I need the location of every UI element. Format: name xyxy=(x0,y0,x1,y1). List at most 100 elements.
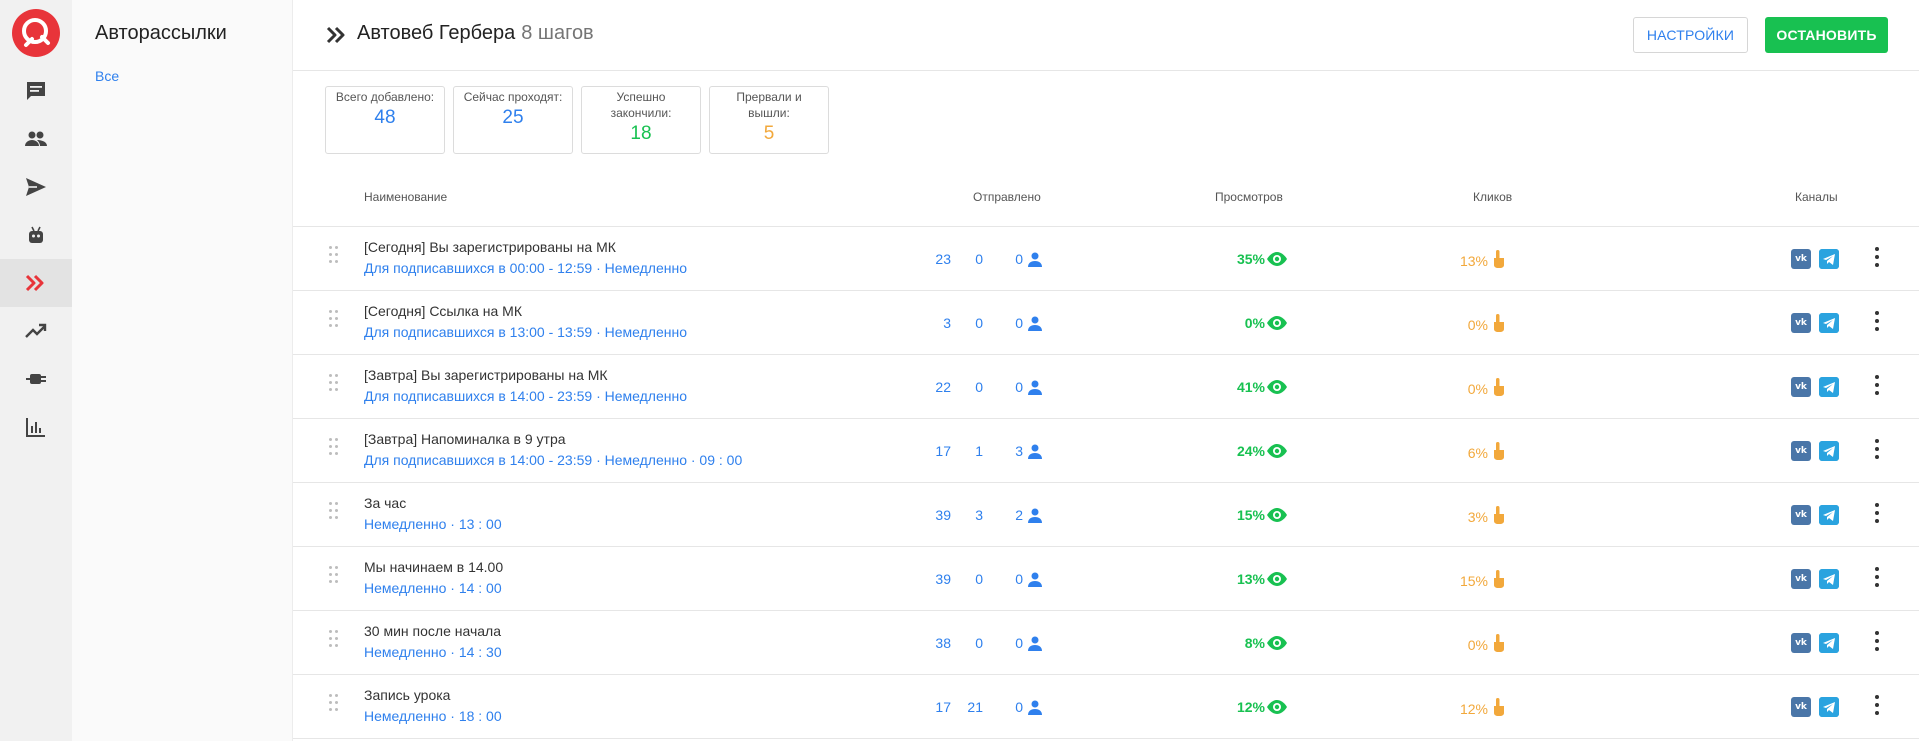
step-name[interactable]: [Завтра] Вы зарегистрированы на МК xyxy=(364,367,608,383)
vk-icon-text: vk xyxy=(1795,254,1807,264)
table-row[interactable]: [Сегодня] Вы зарегистрированы на МК Для … xyxy=(293,227,1919,291)
user-icon xyxy=(1028,316,1042,331)
eye-icon xyxy=(1267,636,1287,650)
step-schedule[interactable]: Немедленно · 14 : 00 xyxy=(364,580,502,596)
more-options-icon[interactable] xyxy=(1874,503,1880,525)
drag-handle-icon[interactable] xyxy=(329,310,339,328)
step-name[interactable]: За час xyxy=(364,495,406,511)
step-schedule[interactable]: Для подписавшихся в 14:00 - 23:59 · Неме… xyxy=(364,452,742,468)
table-row[interactable]: Запись урока Немедленно · 18 : 00 17 21 … xyxy=(293,675,1919,739)
stats-cards: Всего добавлено: 48 Сейчас проходят: 25 … xyxy=(325,86,829,154)
stat-label: Всего добавлено: xyxy=(335,90,435,104)
drag-handle-icon[interactable] xyxy=(329,694,339,712)
table-row[interactable]: 30 мин после начала Немедленно · 14 : 30… xyxy=(293,611,1919,675)
user-icon xyxy=(1028,444,1042,459)
eye-icon xyxy=(1267,252,1287,266)
telegram-icon[interactable] xyxy=(1819,505,1839,525)
telegram-icon[interactable] xyxy=(1819,377,1839,397)
sidebar: Авторассылки Все xyxy=(72,0,293,741)
more-options-icon[interactable] xyxy=(1874,631,1880,653)
table-row[interactable]: [Сегодня] Ссылка на МК Для подписавшихся… xyxy=(293,291,1919,355)
views-percent: 35% xyxy=(1236,251,1265,267)
vk-icon[interactable]: vk xyxy=(1791,313,1811,333)
step-schedule[interactable]: Немедленно · 18 : 00 xyxy=(364,708,502,724)
app-logo[interactable] xyxy=(12,9,60,57)
stat-label: Прервали и вышли: xyxy=(736,90,802,120)
vk-icon-text: vk xyxy=(1795,382,1807,392)
vk-icon[interactable]: vk xyxy=(1791,441,1811,461)
stat-value: 48 xyxy=(374,107,396,128)
sent-count: 39 xyxy=(935,507,951,523)
table-row[interactable]: За час Немедленно · 13 : 00 39 3 2 15% 3… xyxy=(293,483,1919,547)
steps-table: [Сегодня] Вы зарегистрированы на МК Для … xyxy=(293,227,1919,739)
step-schedule[interactable]: Немедленно · 14 : 30 xyxy=(364,644,502,660)
nav-bots[interactable] xyxy=(0,211,72,259)
step-schedule[interactable]: Для подписавшихся в 14:00 - 23:59 · Неме… xyxy=(364,388,687,404)
vk-icon[interactable]: vk xyxy=(1791,697,1811,717)
vk-icon-text: vk xyxy=(1795,574,1807,584)
vk-icon[interactable]: vk xyxy=(1791,633,1811,653)
settings-button[interactable]: НАСТРОЙКИ xyxy=(1633,17,1748,53)
sent-users-count: 0 xyxy=(1015,699,1023,715)
telegram-icon[interactable] xyxy=(1819,569,1839,589)
vk-icon[interactable]: vk xyxy=(1791,569,1811,589)
drag-handle-icon[interactable] xyxy=(329,374,339,392)
sent-count-secondary: 0 xyxy=(975,635,983,651)
more-options-icon[interactable] xyxy=(1874,695,1880,717)
nav-users[interactable] xyxy=(0,115,72,163)
step-name[interactable]: [Сегодня] Ссылка на МК xyxy=(364,303,522,319)
nav-chat[interactable] xyxy=(0,67,72,115)
more-options-icon[interactable] xyxy=(1874,247,1880,269)
more-options-icon[interactable] xyxy=(1874,311,1880,333)
step-schedule[interactable]: Для подписавшихся в 00:00 - 12:59 · Неме… xyxy=(364,260,687,276)
nav-send[interactable] xyxy=(0,163,72,211)
more-options-icon[interactable] xyxy=(1874,567,1880,589)
vk-icon[interactable]: vk xyxy=(1791,377,1811,397)
table-row[interactable]: Мы начинаем в 14.00 Немедленно · 14 : 00… xyxy=(293,547,1919,611)
nav-integrations[interactable] xyxy=(0,355,72,403)
more-options-icon[interactable] xyxy=(1874,439,1880,461)
sent-users-count: 0 xyxy=(1015,635,1023,651)
table-row[interactable]: [Завтра] Вы зарегистрированы на МК Для п… xyxy=(293,355,1919,419)
user-icon xyxy=(1028,636,1042,651)
sent-users-count: 2 xyxy=(1015,507,1023,523)
telegram-icon[interactable] xyxy=(1819,697,1839,717)
step-name[interactable]: 30 мин после начала xyxy=(364,623,501,639)
step-name[interactable]: [Сегодня] Вы зарегистрированы на МК xyxy=(364,239,616,255)
table-row[interactable]: [Завтра] Напоминалка в 9 утра Для подпис… xyxy=(293,419,1919,483)
step-schedule[interactable]: Немедленно · 13 : 00 xyxy=(364,516,502,532)
telegram-icon[interactable] xyxy=(1819,441,1839,461)
nav-autoweb[interactable] xyxy=(0,259,72,307)
nav-reports[interactable] xyxy=(0,403,72,451)
drag-handle-icon[interactable] xyxy=(329,502,339,520)
user-icon xyxy=(1028,700,1042,715)
bar-chart-icon xyxy=(26,418,45,437)
step-name[interactable]: Запись урока xyxy=(364,687,450,703)
step-name[interactable]: [Завтра] Напоминалка в 9 утра xyxy=(364,431,566,447)
drag-handle-icon[interactable] xyxy=(329,438,339,456)
stat-label: Сейчас проходят: xyxy=(463,90,563,104)
steps-count: 8 шагов xyxy=(521,22,594,44)
telegram-icon[interactable] xyxy=(1819,249,1839,269)
drag-handle-icon[interactable] xyxy=(329,630,339,648)
step-name[interactable]: Мы начинаем в 14.00 xyxy=(364,559,503,575)
vk-icon[interactable]: vk xyxy=(1791,505,1811,525)
vk-icon[interactable]: vk xyxy=(1791,249,1811,269)
col-channels-header: Каналы xyxy=(1795,190,1838,204)
more-options-icon[interactable] xyxy=(1874,375,1880,397)
views-percent: 8% xyxy=(1244,635,1265,651)
step-schedule[interactable]: Для подписавшихся в 13:00 - 13:59 · Неме… xyxy=(364,324,687,340)
logo-icon xyxy=(22,18,50,47)
drag-handle-icon[interactable] xyxy=(329,566,339,584)
eye-icon xyxy=(1267,316,1287,330)
sidebar-link-all[interactable]: Все xyxy=(95,68,119,84)
nav-analytics[interactable] xyxy=(0,307,72,355)
telegram-icon[interactable] xyxy=(1819,313,1839,333)
stat-value: 18 xyxy=(630,123,652,144)
sent-count-secondary: 0 xyxy=(975,571,983,587)
bot-icon xyxy=(29,226,43,243)
stop-button[interactable]: ОСТАНОВИТЬ xyxy=(1765,17,1888,53)
telegram-icon[interactable] xyxy=(1819,633,1839,653)
hand-pointer-icon xyxy=(1494,314,1504,332)
drag-handle-icon[interactable] xyxy=(329,246,339,264)
